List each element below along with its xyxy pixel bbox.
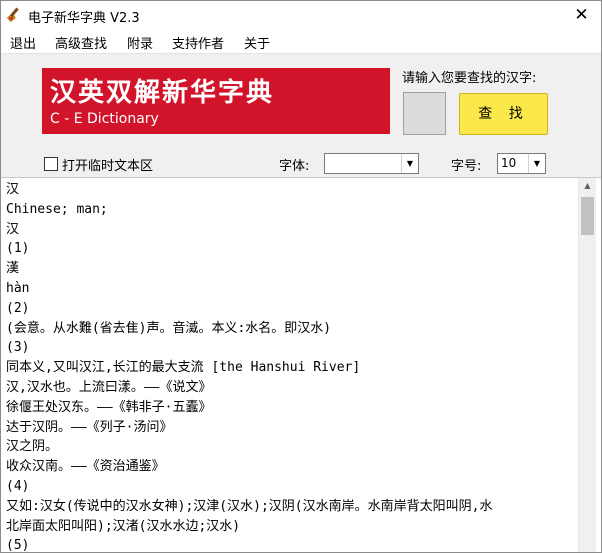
- menu-appendix[interactable]: 附录: [127, 33, 153, 52]
- banner-title-cn: 汉英双解新华字典: [50, 78, 275, 108]
- character-input-box[interactable]: [403, 92, 446, 135]
- menu-about[interactable]: 关于: [244, 33, 270, 52]
- menu-support-author[interactable]: 支持作者: [172, 33, 224, 52]
- scrollbar-thumb[interactable]: [581, 197, 594, 235]
- definition-line: (会意。从水難(省去隹)声。音㵄。本义:水名。即汉水): [6, 320, 332, 336]
- definition-line: Chinese; man;: [6, 201, 108, 217]
- search-button[interactable]: 查 找: [459, 93, 548, 135]
- app-window: 电子新华字典 V2.3 ✕ 退出 高级查找 附录 支持作者 关于 汉英双解新华字…: [0, 0, 602, 553]
- definition-line: 汉之阴。: [6, 439, 59, 455]
- menu-exit[interactable]: 退出: [10, 33, 36, 52]
- size-label: 字号:: [451, 159, 482, 174]
- definition-text-area[interactable]: 汉 Chinese; man; 汉 (1) 漢 hàn (2) (会意。从水難(省去隹)声。音…: [1, 177, 601, 553]
- definition-line: hàn: [6, 280, 30, 296]
- definition-line: (1): [6, 241, 30, 257]
- definition-line: (5): [6, 538, 30, 553]
- definition-line: 达于汉阴。——《列子·汤问》: [6, 419, 173, 435]
- close-button[interactable]: ✕: [562, 1, 601, 29]
- definition-text: 汉 Chinese; man; 汉 (1) 漢 hàn (2) (会意。从水難(省去隹)声。音…: [6, 180, 572, 553]
- menu-advanced-search[interactable]: 高级查找: [55, 33, 107, 52]
- title-bar: 电子新华字典 V2.3 ✕: [1, 1, 601, 29]
- definition-line: 北岸面太阳叫阳);汉渚(汉水水边;汉水): [6, 518, 241, 534]
- search-prompt: 请输入您要查找的汉字:: [402, 71, 537, 86]
- banner-title-en: C - E Dictionary: [50, 111, 159, 127]
- definition-line: (3): [6, 340, 30, 356]
- definition-line: 漢: [6, 261, 20, 277]
- temp-text-label[interactable]: 打开临时文本区: [62, 155, 153, 174]
- font-select[interactable]: ▼: [324, 153, 419, 174]
- menu-bar: 退出 高级查找 附录 支持作者 关于: [1, 29, 601, 54]
- scroll-up-arrow-icon[interactable]: ▲: [579, 178, 596, 194]
- definition-line: 汉,汉水也。上流曰漾。——《说文》: [6, 379, 212, 395]
- dictionary-banner: 汉英双解新华字典 C - E Dictionary: [42, 68, 390, 134]
- size-select[interactable]: 10 ▼: [497, 153, 546, 174]
- definition-line: 徐偃王处汉东。——《韩非子·五蠹》: [6, 399, 212, 415]
- definition-line: 收众汉南。——《资治通鉴》: [6, 459, 165, 475]
- window-title: 电子新华字典 V2.3: [28, 11, 140, 26]
- font-label: 字体:: [279, 159, 310, 174]
- definition-line: 汉: [6, 182, 20, 197]
- definition-line: (4): [6, 478, 30, 494]
- vertical-scrollbar[interactable]: ▲: [578, 178, 596, 552]
- definition-line: (2): [6, 300, 30, 316]
- definition-line: 又如:汉女(传说中的汉水女神);汉津(汉水);汉阴(汉水南岸。水南岸背太阳叫阴,…: [6, 498, 493, 514]
- temp-text-checkbox[interactable]: [44, 157, 58, 171]
- brush-icon: [7, 7, 19, 22]
- size-select-value: 10: [501, 156, 517, 170]
- chevron-down-icon[interactable]: ▼: [401, 154, 418, 173]
- definition-line: 汉: [6, 221, 20, 237]
- options-row: 打开临时文本区 字体: ▼ 字号: 10 ▼: [1, 151, 601, 177]
- definition-line: 同本义,又叫汉江,长江的最大支流 [the Hanshui River]: [6, 360, 361, 376]
- chevron-down-icon[interactable]: ▼: [528, 154, 545, 173]
